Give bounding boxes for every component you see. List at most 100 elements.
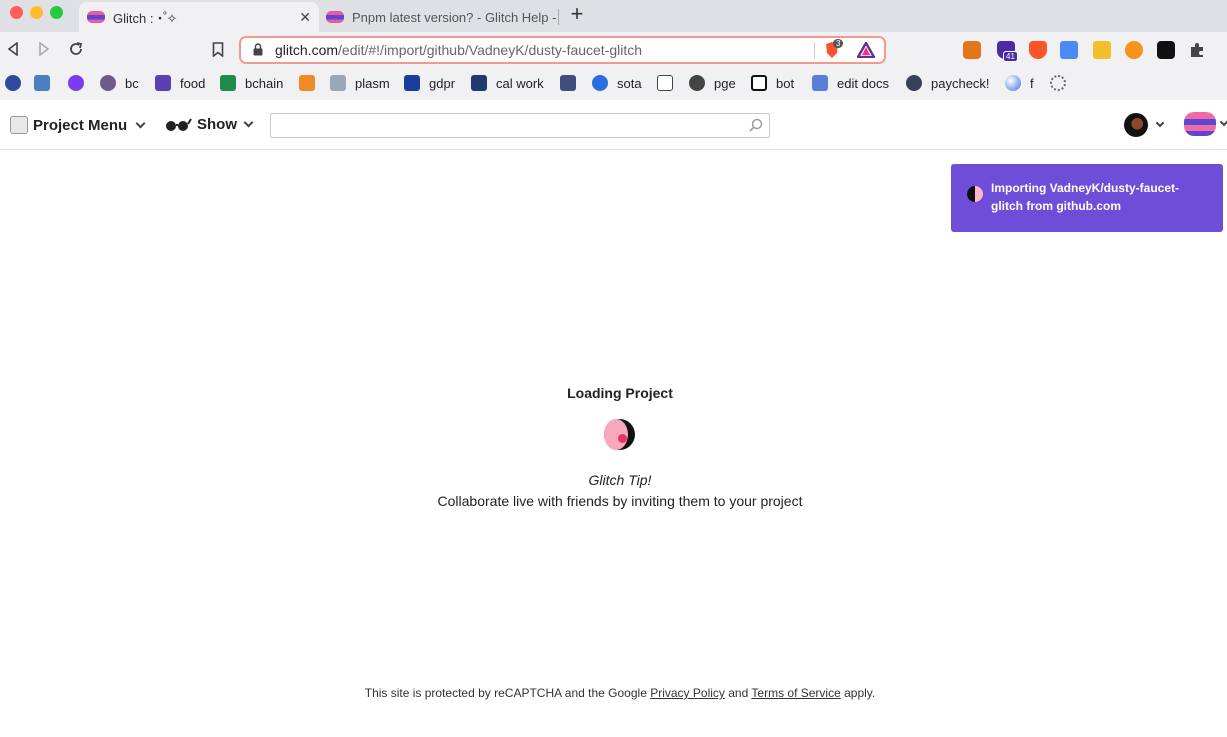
bookmark-label: bchain [245,75,284,91]
address-bar[interactable]: glitch.com/edit/#!/import/github/VadneyK… [239,36,886,64]
glitch-logo-menu-button[interactable] [1184,112,1227,136]
project-menu-label: Project Menu [33,116,128,134]
show-label: Show [197,116,237,133]
bookmark-bot[interactable]: bot [751,73,794,93]
notion-icon [751,75,767,91]
globe-icon [689,75,705,91]
glitch-favicon-icon [87,11,105,23]
graduation-extension-icon[interactable]: 41 [997,41,1018,62]
minimize-window-button[interactable] [30,6,43,19]
bookmark-c-icon[interactable] [5,73,21,93]
import-notification: Importing VadneyK/dusty-faucet-glitch fr… [951,164,1223,232]
bookmark-f[interactable]: f [1005,73,1034,93]
show-button[interactable]: Show [164,116,254,133]
tab-title: Glitch :・゚✧ [113,10,178,26]
bookmark-label: pge [714,75,736,91]
stack-icon [812,75,828,91]
bookmark-bchain[interactable]: bchain [220,73,283,93]
cal-icon [471,75,487,91]
bookmark-label: gdpr [429,75,456,91]
shield-count-badge: 3 [833,39,844,48]
bookmarks-bar: bc food bchain plasm gdpr cal work sota … [0,68,1227,98]
tab-pnpm-help[interactable]: Pnpm latest version? - Glitch Help - [318,2,558,32]
bookmark-label: food [180,75,206,91]
url-path: /edit/#!/import/github/VadneyK/dusty-fau… [338,42,643,58]
translate-extension-icon[interactable] [1060,41,1078,59]
brave-rewards-icon[interactable] [855,40,877,63]
bookmark-hammer-icon[interactable] [299,73,315,93]
extension-badge: 41 [1003,51,1018,62]
browser-chrome: Glitch :・゚✧ ✕ Pnpm latest version? - Gli… [0,0,1227,100]
loading-title: Loading Project [567,385,673,401]
metamask-extension-icon[interactable] [963,41,981,59]
notification-text: Importing VadneyK/dusty-faucet-glitch fr… [991,181,1180,213]
lock-icon [253,43,263,56]
bookmark-l-icon[interactable] [560,73,576,93]
tab-separator [558,9,559,25]
list-icon [155,75,171,91]
dots-grid-icon [657,75,673,91]
bookmark-plasm[interactable]: plasm [330,73,390,93]
bookmark-label: paycheck! [931,75,990,91]
search-icon[interactable] [749,118,763,132]
bookmark-gdpr[interactable]: gdpr [404,73,455,93]
bookmark-p-icon[interactable] [34,73,50,93]
chevron-down-icon [243,117,254,128]
password-extension-icon[interactable] [1093,41,1111,59]
terms-of-service-link[interactable]: Terms of Service [751,686,840,700]
bookmark-openai-icon[interactable] [1050,73,1066,93]
rewards-token-extension-icon[interactable] [1125,41,1143,59]
privacy-policy-link[interactable]: Privacy Policy [650,686,725,700]
bookmark-label: f [1030,75,1034,91]
puzzle-extensions-icon[interactable] [1188,41,1206,59]
url-divider [814,42,815,59]
footer-prefix: This site is protected by reCAPTCHA and … [364,686,647,700]
glitch-logo-icon [1184,112,1216,136]
user-menu-button[interactable] [1124,113,1165,137]
recaptcha-footer: This site is protected by reCAPTCHA and … [0,686,1227,700]
bookmark-edit-docs[interactable]: edit docs [812,73,889,93]
bookmark-label: sota [617,75,642,91]
reload-icon[interactable] [66,39,86,59]
bookmark-sota[interactable]: sota [592,73,642,93]
tab-strip: Glitch :・゚✧ ✕ Pnpm latest version? - Gli… [0,0,1227,32]
new-tab-button[interactable]: + [567,1,587,26]
close-tab-icon[interactable]: ✕ [299,9,311,26]
bookmark-label: edit docs [837,75,890,91]
bookmark-bc[interactable]: bc [100,73,139,93]
bookmark-label: bc [125,75,139,91]
tab-title: Pnpm latest version? - Glitch Help - [352,9,557,25]
loader-icon [604,419,635,450]
c-logo-icon [5,75,21,91]
p-logo-icon [34,75,50,91]
knot-icon [1050,75,1066,91]
sota-icon [592,75,608,91]
project-avatar-placeholder [10,116,28,134]
bookmark-cal-work[interactable]: cal work [471,73,544,93]
bookmark-label: bot [776,75,795,91]
maximize-window-button[interactable] [50,6,63,19]
search-input[interactable] [270,113,770,138]
bookmark-pge[interactable]: pge [689,73,736,93]
bookmark-grid-icon[interactable] [657,73,673,93]
brave-lion-extension-icon[interactable] [1029,41,1047,59]
project-menu-button[interactable]: Project Menu [10,116,146,134]
loading-spinner-icon [967,186,983,202]
bookmark-messenger-icon[interactable] [68,73,84,93]
messenger-icon [68,75,84,91]
bookmark-food[interactable]: food [155,73,205,93]
chevron-down-icon [1155,118,1165,128]
app-header: Project Menu Show [0,100,1227,150]
back-icon[interactable] [3,39,23,59]
bookmark-icon[interactable] [208,39,228,59]
chart-icon [906,75,922,91]
bookmark-paycheck[interactable]: paycheck! [906,73,990,93]
forward-icon[interactable] [34,39,54,59]
tip-title: Glitch Tip! [588,472,652,488]
brave-shields-icon[interactable]: 3 [824,39,844,59]
url-text: glitch.com/edit/#!/import/github/VadneyK… [275,42,642,58]
cube-extension-icon[interactable] [1157,41,1175,59]
sheet-icon [220,75,236,91]
close-window-button[interactable] [10,6,23,19]
tab-glitch[interactable]: Glitch :・゚✧ ✕ [79,2,319,32]
